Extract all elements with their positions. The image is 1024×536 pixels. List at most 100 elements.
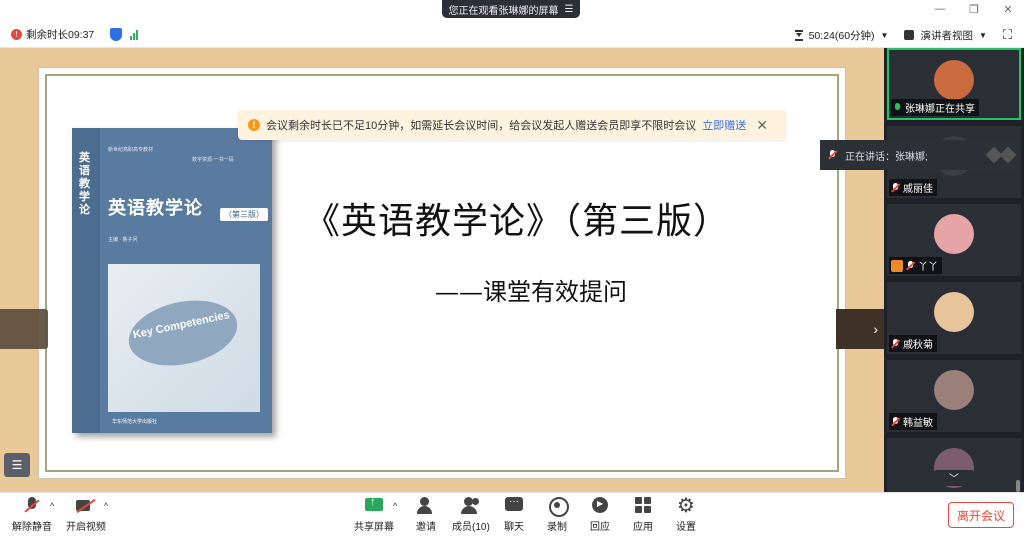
leave-meeting-button[interactable]: 离开会议 [948,502,1014,528]
record-button[interactable]: 录制 [546,497,569,533]
bottom-toolbar: 解除静音 ^ 开启视频 ^ 共享屏幕 ^ 邀请 成员(10) 聊天 录制 回应 … [0,492,1024,536]
microphone-muted-icon [891,416,900,427]
speaker-thumbnails [985,146,1017,164]
participant-name-text: 韩益敏 [903,418,933,429]
title-bar: 您正在观看张琳娜的屏幕 ☰ — ❐ ✕ [0,0,1024,22]
remaining-time: 剩余时长09:37 [26,29,95,41]
participant-name: 韩益敏 [889,413,937,430]
participant-tile[interactable]: 张琳娜正在共享 [887,48,1021,120]
book-tag: 新世纪高职高专教材 [108,147,154,153]
share-screen-label: 共享屏幕 [354,522,394,533]
invite-icon [415,497,437,515]
restore-icon[interactable]: ❐ [968,3,980,16]
chevron-down-icon[interactable]: ▼ [881,31,889,40]
slide-title: 《英语教学论》（第三版） [304,201,731,242]
meeting-duration[interactable]: 50:24(60分钟) [809,28,875,43]
avatar [934,214,974,254]
shared-screen: 英语教学论 新世纪高职高专教材 数字资源·一书一码 英语教学论 （第三版） 主编… [0,48,884,492]
replay-button[interactable]: 回应 [589,497,611,533]
participant-name-text: 张琳娜正在共享 [905,104,975,115]
chat-icon [503,497,525,515]
microphone-muted-icon [906,260,915,271]
unmute-button[interactable]: 解除静音 [12,497,52,533]
chat-button[interactable]: 聊天 [503,497,525,533]
status-right: 50:24(60分钟) ▼ 演讲者视图 ▼ ⛶ [794,22,1024,48]
microphone-muted-icon [891,182,900,193]
alarm-icon: ! [11,29,22,40]
invite-button[interactable]: 邀请 [415,497,437,533]
time-warning-banner: ! 会议剩余时长已不足10分钟，如需延长会议时间，给会议发起人赠送会员即享不限时… [238,110,786,140]
book-editor: 主编 · 鲁子问 [108,237,138,243]
apps-button[interactable]: 应用 [632,497,654,533]
speaking-label: 正在讲话：张琳娜; [845,151,928,163]
book-tag: 数字资源·一书一码 [192,157,234,163]
participant-name-text: 戚秋菊 [903,340,933,351]
participant-tile[interactable]: 戚秋菊 [887,282,1021,354]
next-page-button[interactable]: › [836,309,884,349]
status-bar: ! 剩余时长09:37 50:24(60分钟) ▼ 演讲者视图 ▼ ⛶ [0,22,1024,48]
slide-subtitle: ——课堂有效提问 [435,278,627,306]
window-controls: — ❐ ✕ [934,3,1014,16]
speaking-indicator: 正在讲话：张琳娜; [820,140,1020,170]
participant-name-text: 戚丽佳 [903,184,933,195]
chat-label: 聊天 [504,522,524,533]
book-publisher: 华东师范大学出版社 [112,419,158,425]
warning-text: 会议剩余时长已不足10分钟，如需延长会议时间，给会议发起人赠送会员即享不限时会议 [266,120,697,132]
apps-label: 应用 [633,522,653,533]
share-screen-icon [363,496,385,515]
gift-link[interactable]: 立即赠送 [702,117,746,133]
participant-name: 丫丫 [889,257,942,274]
invite-label: 邀请 [416,522,436,533]
participant-tile[interactable]: 韩益敏 [887,360,1021,432]
record-label: 录制 [547,522,567,533]
host-icon [891,259,903,272]
chevron-down-icon[interactable]: ﹀ [934,470,974,486]
speech-bubble: Key Competencies [122,291,244,375]
chevron-down-icon[interactable]: ▼ [979,31,987,40]
microphone-muted-icon [891,338,900,349]
scrollbar[interactable] [1016,480,1020,492]
start-video-button[interactable]: 开启视频 [66,497,106,533]
participant-name: 戚秋菊 [889,335,937,352]
signal-icon[interactable] [130,29,139,40]
record-icon [546,497,569,517]
book-spine: 英语教学论 [72,128,100,433]
chevron-up-icon[interactable]: ^ [50,501,54,511]
share-indicator[interactable]: 您正在观看张琳娜的屏幕 ☰ [442,0,580,18]
participant-name: 戚丽佳 [889,179,937,196]
hamburger-icon[interactable]: ☰ [565,4,574,15]
share-screen-button[interactable]: 共享屏幕 [354,496,394,533]
gear-icon [675,493,697,518]
book-title: 英语教学论 [108,198,203,218]
avatar [934,60,974,100]
members-icon [460,497,482,515]
share-indicator-text: 您正在观看张琳娜的屏幕 [448,5,559,17]
speaker-view-icon [904,30,915,40]
microphone-muted-icon [21,497,43,515]
camera-off-icon [75,497,97,515]
apps-icon [632,497,654,515]
chevron-up-icon[interactable]: ^ [393,501,397,511]
minimize-icon[interactable]: — [934,3,946,16]
participant-panel: 张琳娜正在共享 戚丽佳 丫丫 戚秋菊 韩益敏 [884,48,1024,492]
book-spine-text: 英语教学论 [79,152,90,216]
avatar [934,292,974,332]
prev-page-button[interactable] [0,309,48,349]
list-icon[interactable]: ☰ [4,453,30,477]
chevron-up-icon[interactable]: ^ [104,501,108,511]
replay-label: 回应 [590,522,610,533]
avatar [934,370,974,410]
close-icon[interactable]: ✕ [1002,3,1014,16]
fullscreen-icon[interactable]: ⛶ [1003,27,1012,43]
members-label: 成员(10) [452,522,490,533]
microphone-icon [893,102,902,113]
view-mode[interactable]: 演讲者视图 [920,28,973,43]
members-button[interactable]: 成员(10) [452,497,490,533]
close-icon[interactable]: ✕ [756,117,768,134]
chevron-right-icon: › [873,321,878,337]
replay-icon [589,497,611,515]
settings-button[interactable]: 设置 [675,493,697,533]
unmute-label: 解除静音 [12,522,52,533]
shield-icon[interactable] [110,28,123,41]
participant-tile[interactable]: 丫丫 [887,204,1021,276]
